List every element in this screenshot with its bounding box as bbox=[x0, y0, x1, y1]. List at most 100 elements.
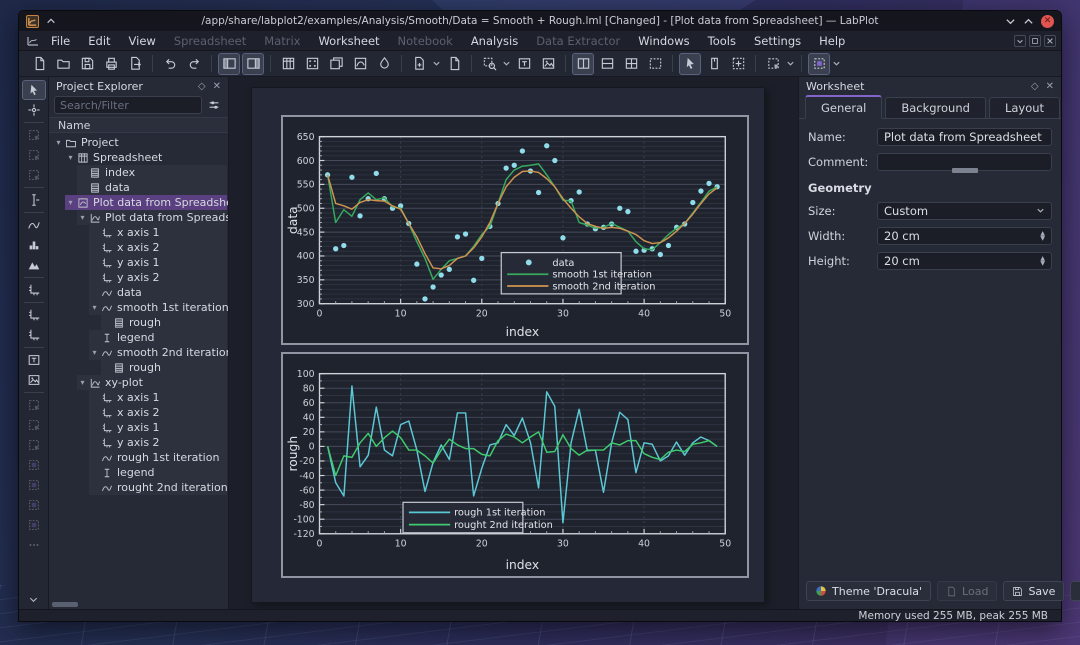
tree-column-header[interactable]: Name bbox=[49, 117, 228, 133]
tab-layout[interactable]: Layout bbox=[989, 97, 1060, 118]
select-tool-button[interactable] bbox=[679, 53, 701, 75]
print-button[interactable] bbox=[100, 53, 122, 75]
menu-help[interactable]: Help bbox=[810, 34, 854, 48]
tree-item-legend[interactable]: legend bbox=[49, 330, 228, 345]
tree-item-plot-data-from-spreadsheet[interactable]: ▾Plot data from Spreadsheet bbox=[49, 195, 228, 210]
new-workbook-button[interactable] bbox=[325, 53, 347, 75]
tree-item-rough[interactable]: rough bbox=[49, 315, 228, 330]
theme-button[interactable]: Theme 'Dracula' bbox=[806, 581, 931, 601]
xy-plot[interactable]: 01020304050-120-100-80-60-40-20020406080… bbox=[281, 352, 749, 578]
new-note-button[interactable] bbox=[373, 53, 395, 75]
zoom-in-button[interactable] bbox=[22, 395, 46, 415]
add-text-label-button[interactable] bbox=[22, 350, 46, 370]
mdi-minimize-button[interactable] bbox=[1014, 35, 1026, 47]
title-bar[interactable]: /app/share/labplot2/examples/Analysis/Sm… bbox=[19, 11, 1061, 31]
export-button[interactable] bbox=[124, 53, 146, 75]
close-icon[interactable]: ✕ bbox=[213, 81, 221, 92]
tree-item-x-axis-1[interactable]: x axis 1 bbox=[49, 390, 228, 405]
expander-chevron-icon[interactable]: ▾ bbox=[89, 303, 100, 312]
add-image-button[interactable] bbox=[537, 53, 559, 75]
cursor-tool-button[interactable] bbox=[22, 190, 46, 210]
expander-chevron-icon[interactable]: ▾ bbox=[77, 378, 88, 387]
layout-vertical-button[interactable] bbox=[596, 53, 618, 75]
layout-horizontal-button[interactable] bbox=[572, 53, 594, 75]
add-xy-curve-button[interactable] bbox=[22, 215, 46, 235]
tree-item-plot-data-from-spreadsheet[interactable]: ▾Plot data from Spreadsheet bbox=[49, 210, 228, 225]
expander-chevron-icon[interactable]: ▾ bbox=[89, 348, 100, 357]
redo-button[interactable] bbox=[183, 53, 205, 75]
new-project-button[interactable] bbox=[28, 53, 50, 75]
tab-background[interactable]: Background bbox=[885, 97, 986, 118]
height-stepper[interactable]: 20 cm ▲▼ bbox=[877, 252, 1052, 270]
plot-data-from-spreadsheet-plot[interactable]: 01020304050300350400450500550600650index… bbox=[281, 115, 749, 345]
menu-edit[interactable]: Edit bbox=[79, 34, 119, 48]
worksheet-page[interactable]: 01020304050300350400450500550600650index… bbox=[251, 87, 765, 603]
shift-left-button[interactable] bbox=[22, 455, 46, 475]
tree-item-index[interactable]: index bbox=[49, 165, 228, 180]
add-box-plot-button[interactable] bbox=[22, 255, 46, 275]
tree-item-data[interactable]: data bbox=[49, 285, 228, 300]
labplot-icon[interactable] bbox=[26, 15, 39, 28]
menu-tools[interactable]: Tools bbox=[699, 34, 745, 48]
navigation-tool-button[interactable] bbox=[22, 100, 46, 120]
tree-item-rough[interactable]: rough bbox=[49, 360, 228, 375]
tree-item-x-axis-1[interactable]: x axis 1 bbox=[49, 225, 228, 240]
tree-item-data[interactable]: data bbox=[49, 180, 228, 195]
shift-down-button[interactable] bbox=[22, 515, 46, 535]
menu-view[interactable]: View bbox=[120, 34, 165, 48]
keep-above-icon[interactable] bbox=[46, 16, 56, 26]
add-axis-button[interactable] bbox=[22, 280, 46, 300]
tab-general[interactable]: General bbox=[805, 95, 882, 119]
zoom-x-select-button[interactable] bbox=[22, 145, 46, 165]
new-worksheet-dropdown-icon[interactable] bbox=[431, 53, 442, 75]
expander-chevron-icon[interactable]: ▾ bbox=[65, 198, 76, 207]
tree-item-spreadsheet[interactable]: ▾Spreadsheet bbox=[49, 150, 228, 165]
tree-item-y-axis-1[interactable]: y axis 1 bbox=[49, 255, 228, 270]
save-default-button[interactable]: Save Default bbox=[1070, 581, 1080, 601]
navigate-tool-button[interactable] bbox=[703, 53, 725, 75]
menu-worksheet[interactable]: Worksheet bbox=[309, 34, 388, 48]
tree-item-project[interactable]: ▾Project bbox=[49, 135, 228, 150]
open-project-button[interactable] bbox=[52, 53, 74, 75]
expander-chevron-icon[interactable]: ▾ bbox=[53, 138, 64, 147]
zoom-fit-button[interactable] bbox=[22, 435, 46, 455]
add-image-button[interactable] bbox=[22, 370, 46, 390]
worksheet-view[interactable]: 01020304050300350400450500550600650index… bbox=[229, 77, 799, 609]
close-icon[interactable]: ✕ bbox=[1046, 81, 1054, 92]
tree-item-rought-2nd-iteration[interactable]: rought 2nd iteration bbox=[49, 480, 228, 495]
shift-up-button[interactable] bbox=[22, 495, 46, 515]
zoom-select-tool-button[interactable] bbox=[727, 53, 749, 75]
zoom-mode-button[interactable] bbox=[478, 53, 500, 75]
menu-file[interactable]: File bbox=[42, 34, 79, 48]
select-tool-button[interactable] bbox=[22, 80, 46, 100]
float-icon[interactable]: ◇ bbox=[198, 81, 206, 92]
plot-mouse-mode-dropdown-icon[interactable] bbox=[831, 53, 842, 75]
tree-item-y-axis-1[interactable]: y axis 1 bbox=[49, 420, 228, 435]
comment-field[interactable] bbox=[877, 153, 1052, 171]
save-project-button[interactable] bbox=[76, 53, 98, 75]
zoom-out-button[interactable] bbox=[22, 415, 46, 435]
tree-item-x-axis-2[interactable]: x axis 2 bbox=[49, 405, 228, 420]
zoom-y-select-button[interactable] bbox=[22, 165, 46, 185]
add-axis-3-button[interactable] bbox=[22, 325, 46, 345]
layout-break-button[interactable] bbox=[644, 53, 666, 75]
expander-chevron-icon[interactable]: ▾ bbox=[65, 153, 76, 162]
horizontal-scrollbar[interactable] bbox=[49, 599, 228, 609]
plot-mouse-mode-button[interactable] bbox=[808, 53, 830, 75]
zoom-select-button[interactable] bbox=[22, 125, 46, 145]
tree-item-x-axis-2[interactable]: x axis 2 bbox=[49, 240, 228, 255]
expander-chevron-icon[interactable]: ▾ bbox=[77, 213, 88, 222]
layout-grid-button[interactable] bbox=[620, 53, 642, 75]
add-plot-element-dropdown-icon[interactable] bbox=[785, 53, 796, 75]
load-button[interactable]: Load bbox=[937, 581, 997, 601]
add-plot-element-button[interactable] bbox=[762, 53, 784, 75]
tree-item-y-axis-2[interactable]: y axis 2 bbox=[49, 435, 228, 450]
float-icon[interactable]: ◇ bbox=[1031, 81, 1039, 92]
maximize-button[interactable] bbox=[1023, 16, 1034, 27]
shift-right-button[interactable] bbox=[22, 475, 46, 495]
size-select[interactable]: Custom bbox=[877, 202, 1052, 220]
comment-resize-handle[interactable] bbox=[952, 168, 978, 173]
tree-item-rough-1st-iteration[interactable]: rough 1st iteration bbox=[49, 450, 228, 465]
toggle-properties-explorer-button[interactable] bbox=[242, 53, 264, 75]
tree-item-xy-plot[interactable]: ▾xy-plot bbox=[49, 375, 228, 390]
